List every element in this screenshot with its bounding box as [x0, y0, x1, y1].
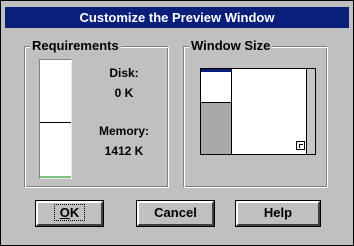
- memory-value: 1412 K: [104, 144, 144, 158]
- resize-handle-icon[interactable]: [296, 141, 305, 150]
- customize-preview-dialog: Customize the Preview Window Requirement…: [0, 0, 354, 246]
- cancel-button-label: Cancel: [154, 205, 197, 220]
- ok-button[interactable]: OK: [35, 200, 104, 227]
- disk-value: 0 K: [114, 86, 134, 100]
- cancel-button[interactable]: Cancel: [136, 200, 215, 227]
- preview-small-window[interactable]: [201, 69, 232, 103]
- preview-small-window-titlebar: [201, 69, 232, 72]
- dialog-title: Customize the Preview Window: [79, 10, 275, 25]
- requirements-group-label: Requirements: [30, 38, 121, 53]
- preview-scrollbar: [306, 69, 315, 154]
- help-button-label: Help: [263, 205, 293, 220]
- disk-label: Disk:: [109, 66, 139, 80]
- ok-button-label: OK: [53, 204, 86, 221]
- memory-gauge: [39, 59, 72, 179]
- window-size-preview[interactable]: [200, 68, 316, 155]
- help-button[interactable]: Help: [235, 200, 321, 227]
- memory-label: Memory:: [98, 124, 149, 138]
- gauge-fill: [40, 176, 71, 178]
- dialog-title-bar[interactable]: Customize the Preview Window: [5, 7, 349, 28]
- gauge-divider: [40, 122, 71, 123]
- window-size-group-label: Window Size: [189, 38, 273, 53]
